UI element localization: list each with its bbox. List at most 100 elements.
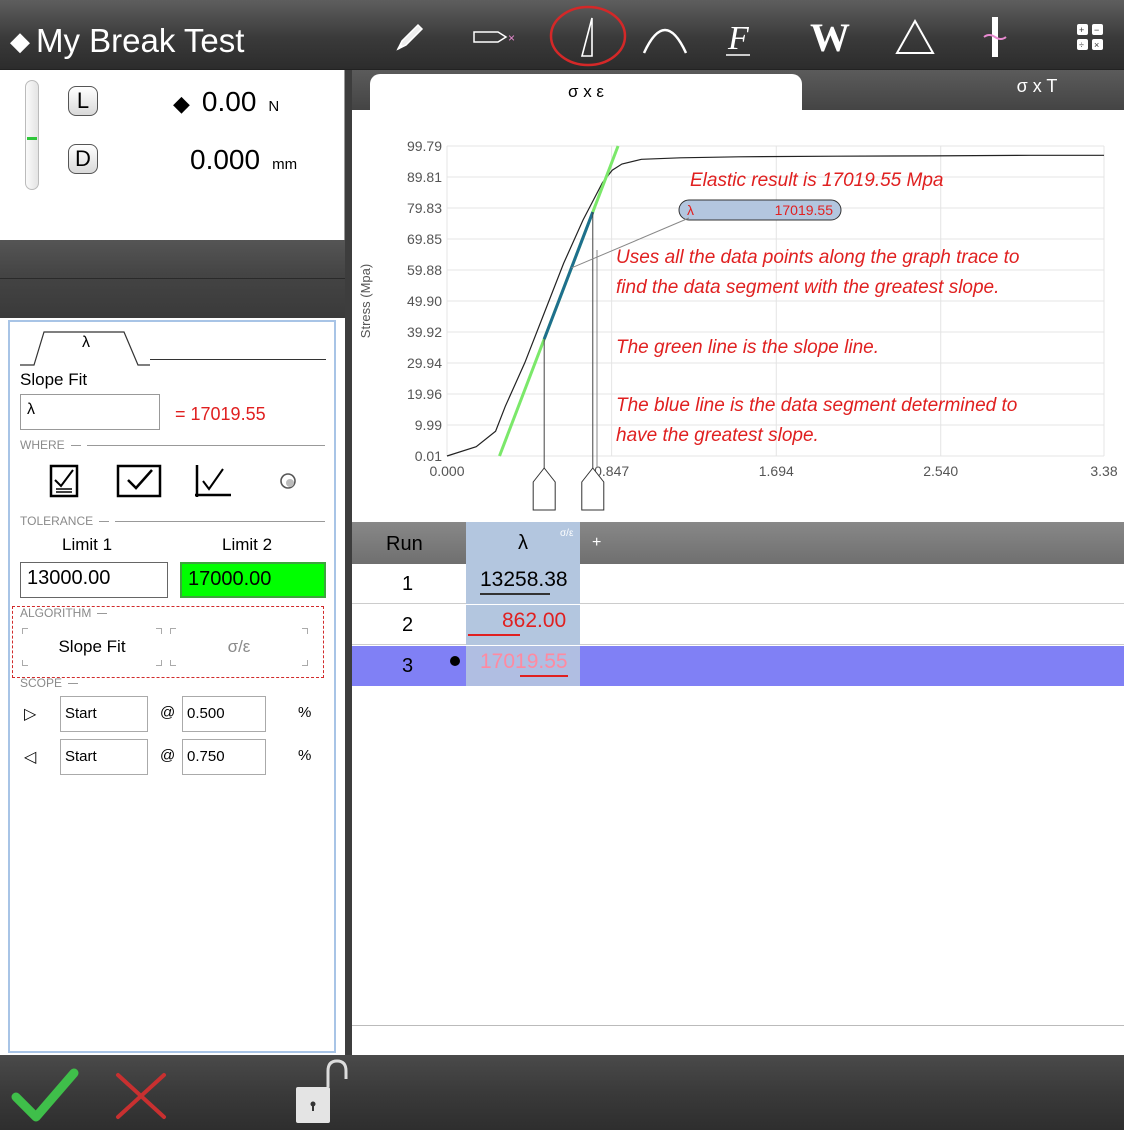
table-row-selected[interactable]: 3 17019.55 — [352, 646, 1124, 686]
cancel-icon[interactable] — [112, 1069, 170, 1128]
annotation-text: The green line is the slope line. — [616, 337, 879, 358]
limit1-field[interactable]: 13000.00 — [20, 562, 168, 598]
scope-start-at: @ — [160, 704, 176, 721]
result-name-field[interactable]: λ — [20, 394, 160, 430]
run-number: 1 — [402, 573, 414, 595]
panel-divider — [0, 240, 345, 318]
calculator-icon[interactable]: + − ÷ × — [1070, 14, 1110, 60]
load-meter — [25, 80, 39, 190]
result-label-value: 17019.55 — [775, 202, 834, 218]
limit2-label: Limit 2 — [222, 535, 273, 554]
checkbox-icon[interactable] — [114, 464, 164, 498]
run-column-header: Run — [386, 533, 423, 555]
load-value: 0.00 — [201, 86, 257, 117]
app-title[interactable]: ◆ My Break Test — [10, 22, 244, 60]
displacement-readout: 0.000 mm — [190, 144, 297, 176]
arrow-marker-icon[interactable]: × — [470, 14, 520, 60]
y-tick-label: 19.96 — [407, 386, 442, 402]
load-readout: ◆ 0.00 N — [173, 86, 279, 118]
annotation-text: Elastic result is 17019.55 Mpa — [690, 170, 943, 191]
y-tick-label: 59.88 — [407, 262, 442, 278]
y-tick-label: 29.94 — [407, 355, 442, 371]
lambda-value: 17019.55 — [480, 650, 568, 673]
scope-start-marker — [532, 467, 556, 511]
sort-icon: ◆ — [10, 25, 30, 56]
annotation-text: The blue line is the data segment determ… — [616, 395, 1017, 416]
tolerance-group-label: TOLERANCE — [20, 514, 325, 528]
delta-icon[interactable] — [890, 14, 940, 60]
slope-fit-button[interactable]: Slope Fit — [22, 628, 162, 666]
greatest-slope-segment — [542, 211, 595, 340]
add-column-button[interactable]: + — [592, 534, 601, 552]
y-tick-label: 79.83 — [407, 200, 442, 216]
x-tick-label: 2.540 — [923, 463, 958, 479]
lock-icon[interactable] — [294, 1057, 350, 1130]
scope-end-row: ◁ Start @ 0.750 % — [20, 737, 330, 777]
right-panel: σ x ε σ x T 99.79 89.81 79.83 69.85 59.88 49.… — [345, 70, 1124, 1055]
y-tick-label: 49.90 — [407, 293, 442, 309]
result-label-name: λ — [687, 202, 694, 218]
lambda-cell: 862.00 — [466, 605, 580, 645]
work-icon[interactable]: W — [805, 14, 855, 60]
bottom-bar — [0, 1055, 1124, 1130]
table-row[interactable]: 1 13258.38 — [352, 564, 1124, 604]
sort-icon: ◆ — [173, 91, 190, 116]
section-title: Slope Fit — [20, 370, 88, 389]
left-panel: L ◆ 0.00 N D 0.000 mm λ Slope Fit λ = 17… — [0, 70, 345, 1055]
stress-strain-chart[interactable]: 99.79 89.81 79.83 69.85 59.88 49.90 39.92 29.94… — [352, 110, 1124, 522]
annotation-text: Uses all the data points along the graph… — [616, 247, 1019, 268]
scope-start-icon: ▷ — [24, 706, 37, 723]
annotation-text: find the data segment with the greatest … — [616, 277, 999, 298]
checklist-icon[interactable] — [46, 464, 82, 498]
lambda-value: 13258.38 — [480, 568, 568, 591]
result-editor: λ Slope Fit λ = 17019.55 WHERE TOLERANCE… — [8, 320, 336, 1053]
scope-start-row: ▷ Start @ 0.500 % — [20, 694, 330, 734]
scope-start-unit: % — [298, 704, 312, 721]
point-icon[interactable] — [270, 464, 306, 498]
panel-splitter[interactable] — [345, 70, 352, 1055]
scope-end-unit: % — [298, 747, 312, 764]
y-tick-label: 89.81 — [407, 169, 442, 185]
current-run-indicator — [450, 656, 460, 666]
x-tick-label: 3.38 — [1090, 463, 1117, 479]
tolerance-bar — [468, 634, 520, 636]
scope-start-ref[interactable]: Start — [60, 696, 148, 732]
sigma-epsilon-button[interactable]: σ/ε — [170, 628, 308, 666]
y-tick-label: 9.99 — [415, 417, 442, 433]
readout-panel: L ◆ 0.00 N D 0.000 mm — [0, 70, 345, 240]
load-unit: N — [268, 98, 280, 115]
svg-text:×: × — [1094, 40, 1099, 50]
lambda-cell: 17019.55 — [466, 646, 580, 686]
scope-start-value[interactable]: 0.500 — [182, 696, 266, 732]
test-name: My Break Test — [36, 22, 245, 59]
break-icon[interactable] — [975, 14, 1015, 60]
graph-check-icon[interactable] — [190, 464, 236, 498]
scope-end-value[interactable]: 0.750 — [182, 739, 266, 775]
displacement-value: 0.000 — [190, 144, 261, 175]
tab-stress-time[interactable]: σ x T — [952, 76, 1122, 97]
scope-end-ref[interactable]: Start — [60, 739, 148, 775]
pencil-icon[interactable] — [390, 14, 430, 60]
tab-stress-strain[interactable]: σ x ε — [370, 74, 802, 110]
x-tick-label: 0.000 — [429, 463, 464, 479]
displacement-unit: mm — [272, 156, 298, 173]
load-zero-button[interactable]: L — [68, 86, 98, 116]
view-tabs: σ x ε σ x T — [352, 70, 1124, 110]
peak-icon[interactable] — [640, 14, 690, 60]
lambda-value: 862.00 — [502, 609, 567, 632]
lambda-cell: 13258.38 — [466, 564, 580, 604]
limit1-label: Limit 1 — [62, 535, 113, 554]
lambda-column-sub: σ/ε — [560, 528, 574, 539]
annotation-text: have the greatest slope. — [616, 425, 819, 446]
run-number: 3 — [402, 655, 414, 677]
tolerance-bar — [520, 675, 568, 677]
slope-icon[interactable] — [548, 4, 628, 68]
y-tick-label: 0.01 — [415, 448, 442, 464]
scope-end-icon: ◁ — [24, 749, 37, 766]
svg-text:−: − — [1094, 25, 1099, 35]
function-icon[interactable]: F — [720, 14, 760, 60]
limit2-field[interactable]: 17000.00 — [180, 562, 326, 598]
accept-icon[interactable] — [10, 1067, 80, 1128]
table-row[interactable]: 2 862.00 — [352, 605, 1124, 645]
displacement-zero-button[interactable]: D — [68, 144, 98, 174]
